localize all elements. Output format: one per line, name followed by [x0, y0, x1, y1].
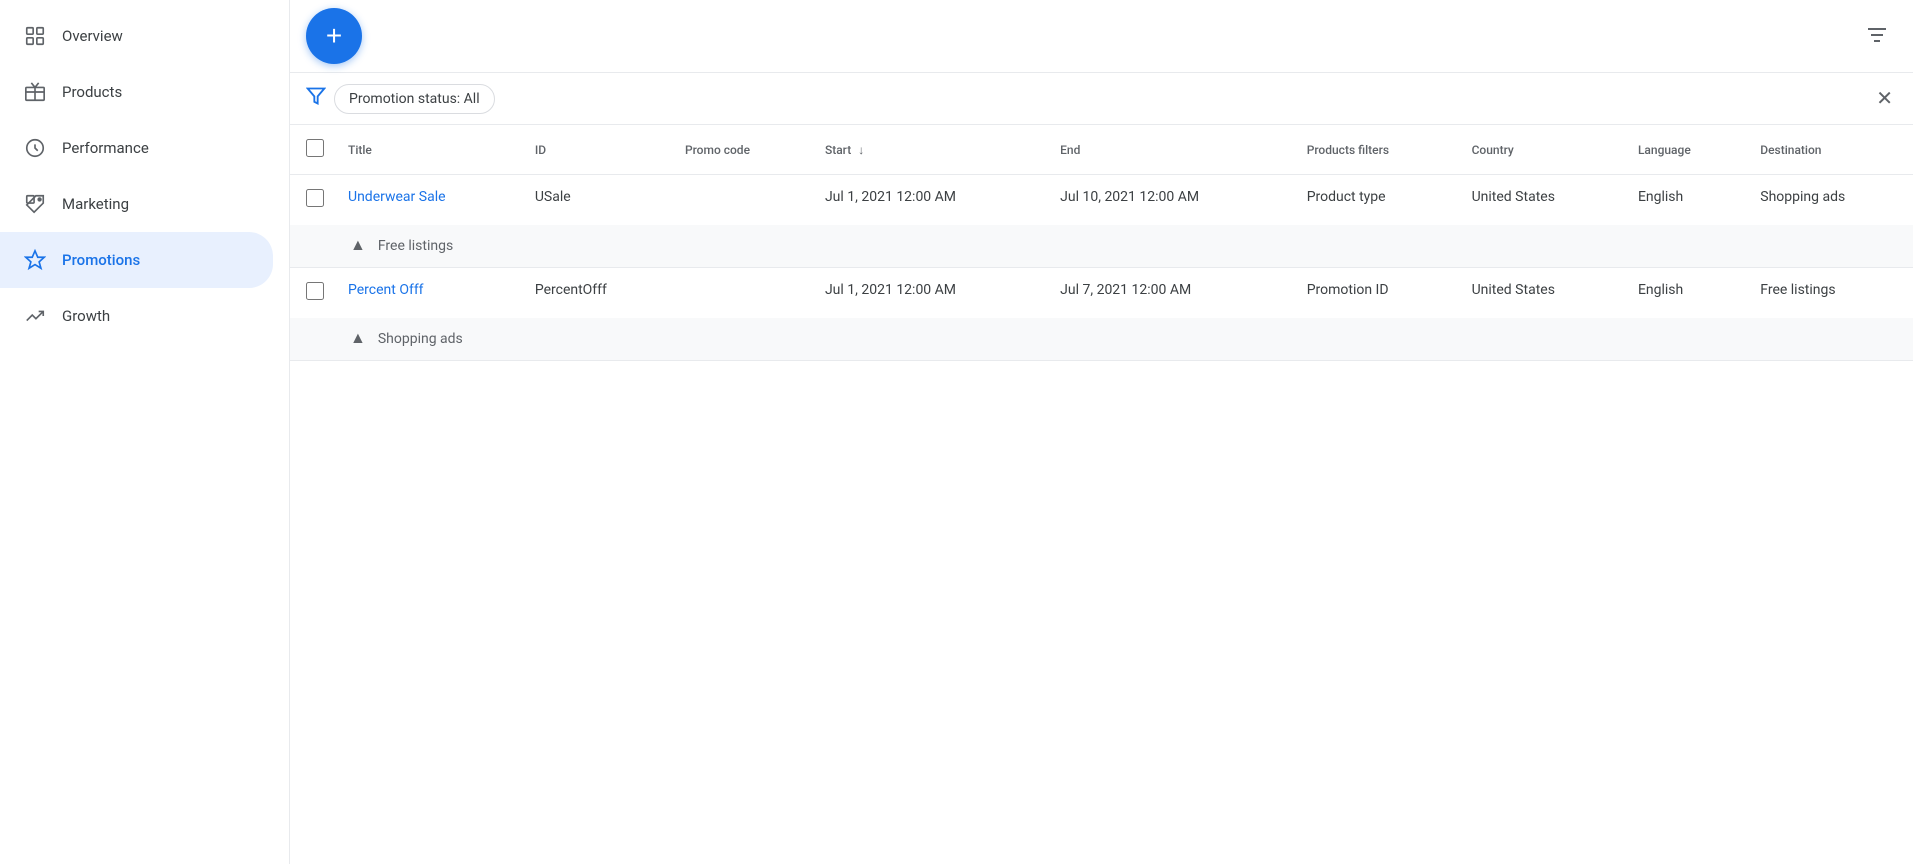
filter-icon	[306, 86, 326, 111]
row1-collapse-button[interactable]: ▲	[346, 233, 370, 259]
row2-end-cell: Jul 7, 2021 12:00 AM	[1044, 268, 1291, 319]
row1-select-cell[interactable]	[290, 175, 332, 226]
sidebar-item-growth-label: Growth	[62, 307, 110, 325]
col-header-language: Language	[1622, 125, 1744, 175]
row2-collapse-button[interactable]: ▲	[346, 326, 370, 352]
sidebar-item-overview[interactable]: Overview	[0, 8, 273, 64]
col-header-id: ID	[519, 125, 669, 175]
row2-title-link[interactable]: Percent Offf	[348, 282, 424, 298]
grid-icon	[24, 25, 46, 47]
col-header-promo-code: Promo code	[669, 125, 809, 175]
promotions-table: Title ID Promo code Start ↓ End	[290, 125, 1913, 361]
row1-country-cell: United States	[1456, 175, 1622, 226]
topbar-right	[1857, 15, 1897, 58]
sidebar-item-products-label: Products	[62, 83, 122, 101]
row2-select-cell[interactable]	[290, 268, 332, 319]
sidebar-item-overview-label: Overview	[62, 27, 123, 45]
col-header-end: End	[1044, 125, 1291, 175]
row1-end-cell: Jul 10, 2021 12:00 AM	[1044, 175, 1291, 226]
sidebar-item-performance-label: Performance	[62, 139, 149, 157]
row1-id-cell: USale	[519, 175, 669, 226]
col-header-country: Country	[1456, 125, 1622, 175]
column-filter-button[interactable]	[1857, 15, 1897, 58]
sidebar-item-growth[interactable]: Growth	[0, 288, 273, 344]
circle-icon	[24, 137, 46, 159]
row1-title-cell[interactable]: Underwear Sale	[332, 175, 519, 226]
row2-products-filters-cell: Promotion ID	[1291, 268, 1456, 319]
col-header-destination: Destination	[1744, 125, 1913, 175]
box-icon	[24, 81, 46, 103]
row1-title-link[interactable]: Underwear Sale	[348, 189, 446, 205]
filter-bar: Promotion status: All ✕	[290, 73, 1913, 125]
row2-language-cell: English	[1622, 268, 1744, 319]
row2-expansion-content: ▲ Shopping ads	[346, 326, 1897, 352]
sidebar-item-promotions-label: Promotions	[62, 251, 140, 269]
topbar: +	[290, 0, 1913, 73]
table-row-expansion: ▲ Shopping ads	[290, 318, 1913, 361]
row2-expansion-cell: ▲ Shopping ads	[290, 318, 1913, 361]
table-row: Percent Offf PercentOfff Jul 1, 2021 12:…	[290, 268, 1913, 319]
row1-checkbox[interactable]	[306, 189, 324, 207]
tag-icon	[24, 193, 46, 215]
sidebar-item-performance[interactable]: Performance	[0, 120, 273, 176]
sidebar-item-marketing-label: Marketing	[62, 195, 129, 213]
promo-icon	[24, 249, 46, 271]
row2-promo-code-cell	[669, 268, 809, 319]
sidebar: Overview Products Performance	[0, 0, 290, 864]
row2-country-cell: United States	[1456, 268, 1622, 319]
filter-chip-label: Promotion status: All	[349, 91, 480, 107]
row2-title-cell[interactable]: Percent Offf	[332, 268, 519, 319]
table-row-expansion: ▲ Free listings	[290, 225, 1913, 268]
row1-destination-cell: Shopping ads	[1744, 175, 1913, 226]
row1-start-cell: Jul 1, 2021 12:00 AM	[809, 175, 1044, 226]
promotions-table-container: Title ID Promo code Start ↓ End	[290, 125, 1913, 864]
col-header-start[interactable]: Start ↓	[809, 125, 1044, 175]
row1-expansion-content: ▲ Free listings	[346, 233, 1897, 259]
select-all-header[interactable]	[290, 125, 332, 175]
row1-products-filters-cell: Product type	[1291, 175, 1456, 226]
sidebar-item-products[interactable]: Products	[0, 64, 273, 120]
col-header-products-filters: Products filters	[1291, 125, 1456, 175]
row1-promo-code-cell	[669, 175, 809, 226]
row1-language-cell: English	[1622, 175, 1744, 226]
row2-checkbox[interactable]	[306, 282, 324, 300]
row2-expansion-label: Shopping ads	[378, 331, 463, 347]
main-content: + Promotion status: All ✕	[290, 0, 1913, 864]
table-row: Underwear Sale USale Jul 1, 2021 12:00 A…	[290, 175, 1913, 226]
row2-destination-cell: Free listings	[1744, 268, 1913, 319]
sidebar-item-promotions[interactable]: Promotions	[0, 232, 273, 288]
col-header-title: Title	[332, 125, 519, 175]
sidebar-item-marketing[interactable]: Marketing	[0, 176, 273, 232]
table-header-row: Title ID Promo code Start ↓ End	[290, 125, 1913, 175]
clear-filter-button[interactable]: ✕	[1872, 82, 1897, 115]
add-promotion-button[interactable]: +	[306, 8, 362, 64]
growth-icon	[24, 305, 46, 327]
row2-id-cell: PercentOfff	[519, 268, 669, 319]
select-all-checkbox[interactable]	[306, 139, 324, 157]
sort-indicator-start: ↓	[858, 143, 864, 157]
row1-expansion-cell: ▲ Free listings	[290, 225, 1913, 268]
row1-expansion-label: Free listings	[378, 238, 453, 254]
row2-start-cell: Jul 1, 2021 12:00 AM	[809, 268, 1044, 319]
promotion-status-filter-chip[interactable]: Promotion status: All	[334, 84, 495, 114]
